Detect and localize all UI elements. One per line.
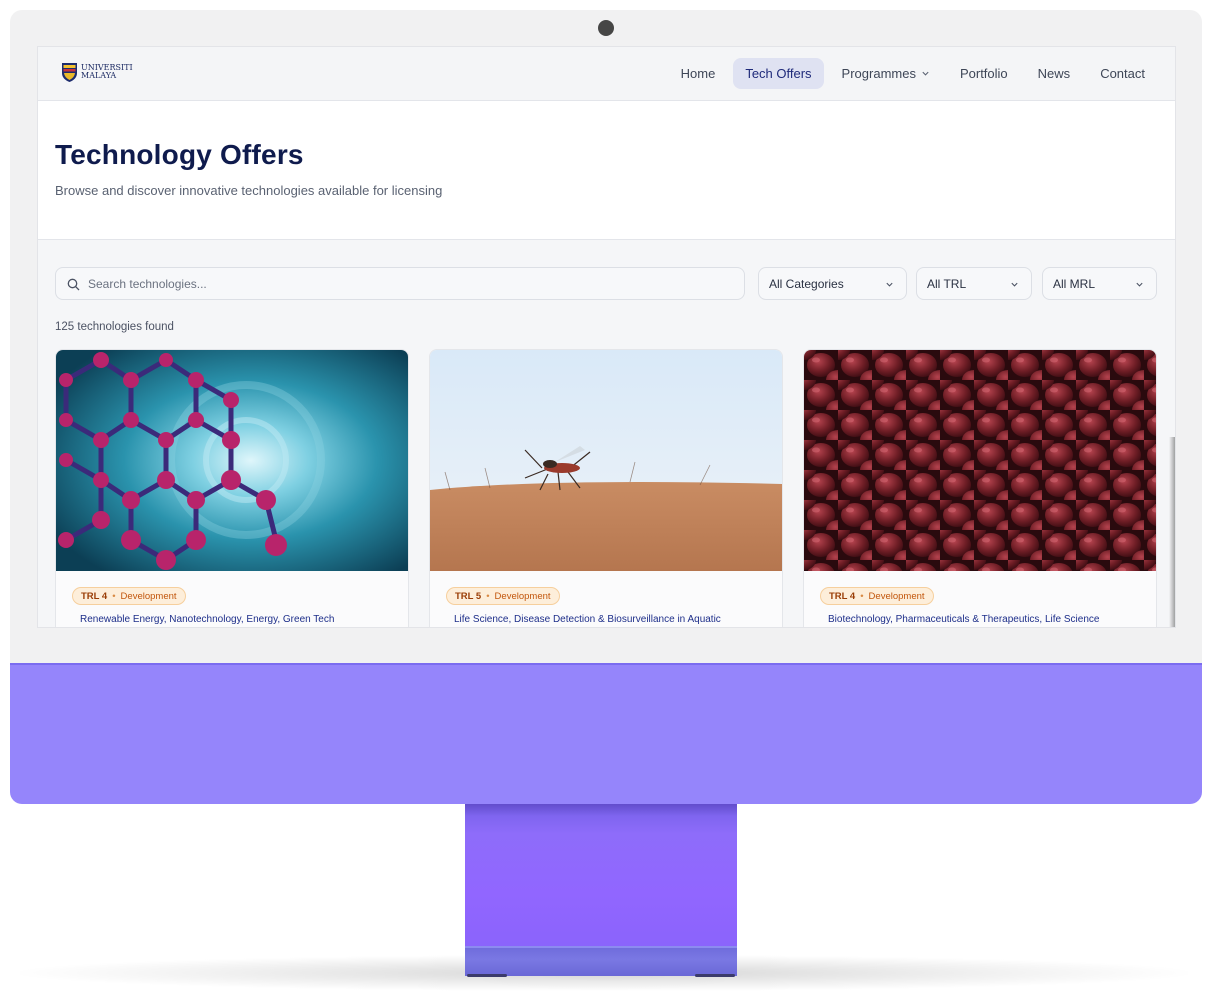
monitor-foot <box>465 946 737 976</box>
foot-pad <box>695 974 735 977</box>
nav-contact[interactable]: Contact <box>1088 58 1157 89</box>
top-navbar: UNIVERSITI MALAYA Home Tech Offers Progr… <box>38 47 1175 101</box>
chevron-down-icon <box>1011 282 1018 287</box>
trl-badge: TRL 5 • Development <box>446 587 560 605</box>
page-header: Technology Offers Browse and discover in… <box>38 101 1175 240</box>
logo-text: UNIVERSITI MALAYA <box>81 64 133 80</box>
card-tags: Renewable Energy, Nanotechnology, Energy… <box>80 614 335 625</box>
card-tags: Life Science, Disease Detection & Biosur… <box>454 614 721 625</box>
stage-label: Development <box>868 590 925 602</box>
card-tags: Biotechnology, Pharmaceuticals & Therape… <box>828 614 1100 625</box>
nav-programmes[interactable]: Programmes <box>830 58 942 89</box>
crest-icon <box>62 63 77 82</box>
trl-level: TRL 4 <box>829 590 856 602</box>
nav-tech-offers[interactable]: Tech Offers <box>733 58 824 89</box>
logo-line-2: MALAYA <box>81 71 117 80</box>
browser-screen: UNIVERSITI MALAYA Home Tech Offers Progr… <box>37 46 1176 628</box>
trl-badge: TRL 4 • Development <box>820 587 934 605</box>
tech-card[interactable]: TRL 4 • Development Biotechnology, Pharmac… <box>803 349 1157 627</box>
tech-card[interactable]: TRL 4 • Development Renewable Energy, Nano… <box>55 349 409 627</box>
trl-level: TRL 4 <box>81 590 108 602</box>
camera-icon <box>598 20 614 36</box>
search-box[interactable] <box>55 267 745 300</box>
trl-badge: TRL 4 • Development <box>72 587 186 605</box>
search-input[interactable] <box>88 273 688 295</box>
results-count: 125 technologies found <box>55 321 174 333</box>
mrl-select-value: All MRL <box>1053 276 1096 291</box>
monitor-stand <box>465 804 737 954</box>
page-title: Technology Offers <box>55 139 304 170</box>
tech-card[interactable]: TRL 5 • Development Life Science, Disease … <box>429 349 783 627</box>
nav-home[interactable]: Home <box>669 58 728 89</box>
category-select-value: All Categories <box>769 276 844 291</box>
nav-programmes-label: Programmes <box>841 66 916 81</box>
mrl-select[interactable]: All MRL <box>1042 267 1157 300</box>
category-select[interactable]: All Categories <box>758 267 907 300</box>
chevron-down-icon <box>886 282 893 287</box>
trl-select-value: All TRL <box>927 276 967 291</box>
page-subtitle: Browse and discover innovative technolog… <box>55 183 443 198</box>
search-icon <box>67 278 80 291</box>
stand-shade <box>465 804 737 816</box>
nav-portfolio[interactable]: Portfolio <box>948 58 1020 89</box>
main-nav: Home Tech Offers Programmes Portfolio Ne… <box>669 58 1157 89</box>
nanotube-molecule-image <box>56 350 408 571</box>
nav-news[interactable]: News <box>1026 58 1083 89</box>
trl-select[interactable]: All TRL <box>916 267 1032 300</box>
monitor-chin <box>10 663 1202 804</box>
chevron-down-icon <box>1136 282 1143 287</box>
stage-label: Development <box>494 590 551 602</box>
scroll-edge-shadow <box>1169 437 1175 627</box>
trl-level: TRL 5 <box>455 590 482 602</box>
chevron-down-icon <box>922 71 929 76</box>
university-logo[interactable]: UNIVERSITI MALAYA <box>61 61 133 83</box>
shallots-image <box>804 350 1156 571</box>
mosquito-on-skin-image <box>430 350 782 571</box>
stage-label: Development <box>120 590 177 602</box>
foot-pad <box>467 974 507 977</box>
